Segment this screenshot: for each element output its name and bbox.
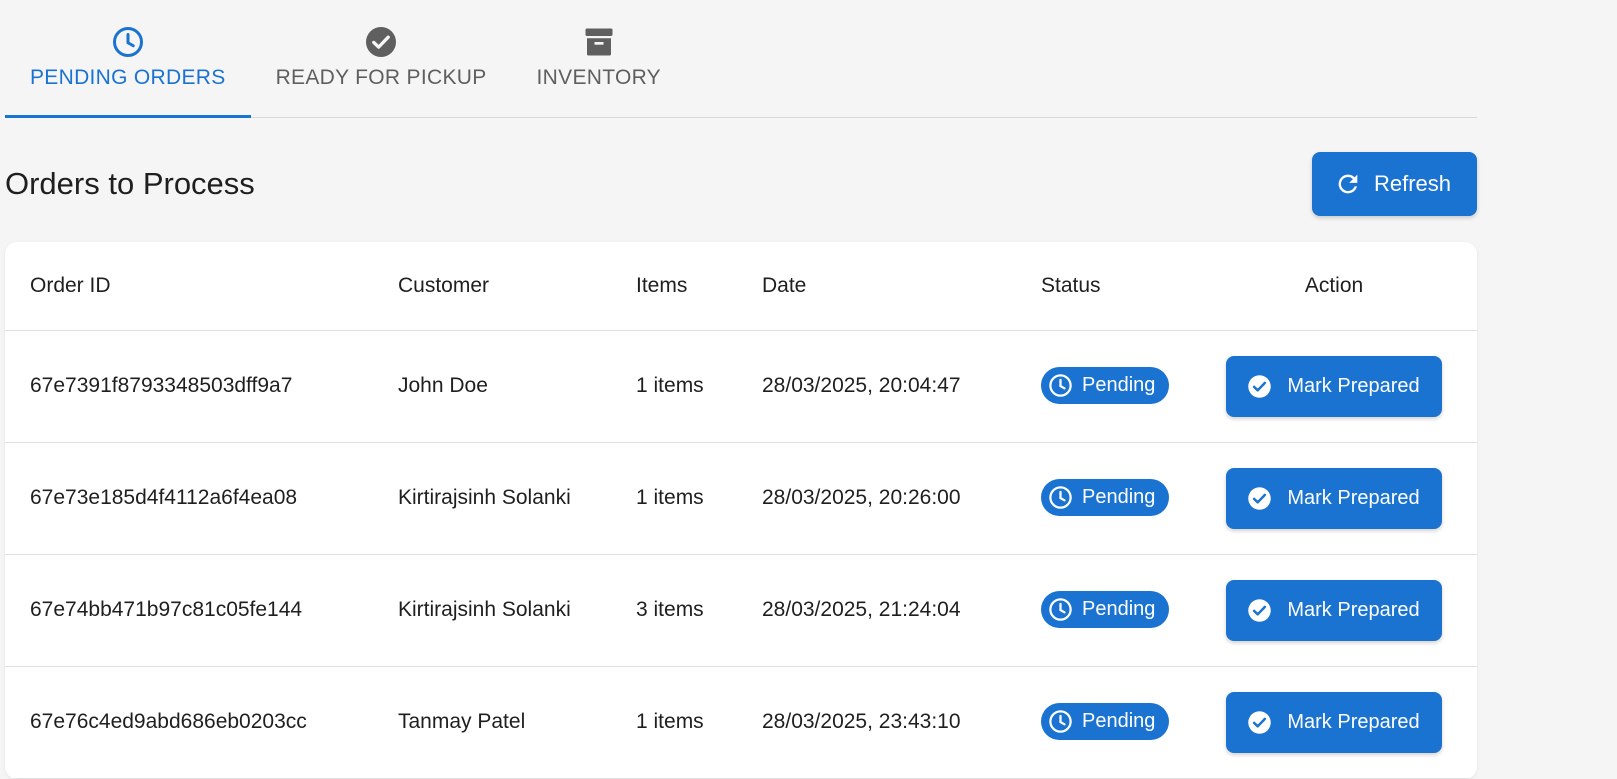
order-id-cell: 67e74bb471b97c81c05fe144 <box>5 554 373 667</box>
refresh-button[interactable]: Refresh <box>1311 152 1477 216</box>
mark-prepared-button[interactable]: Mark Prepared <box>1226 579 1442 641</box>
mark-prepared-label: Mark Prepared <box>1287 374 1420 397</box>
column-header-date: Date <box>737 242 1016 331</box>
app-container: PENDING ORDERS READY FOR PICKUP INVENTOR… <box>5 0 1477 779</box>
date-cell: 28/03/2025, 20:26:00 <box>737 442 1016 555</box>
tab-label: READY FOR PICKUP <box>275 66 487 89</box>
status-label: Pending <box>1082 598 1156 620</box>
status-badge: Pending <box>1041 591 1170 628</box>
clock-icon <box>1049 710 1072 733</box>
check-circle-icon <box>1248 598 1272 622</box>
archive-box-icon <box>585 28 613 56</box>
mark-prepared-label: Mark Prepared <box>1287 486 1420 509</box>
order-id-cell: 67e7391f8793348503dff9a7 <box>5 330 373 443</box>
date-cell: 28/03/2025, 20:04:47 <box>737 330 1016 443</box>
orders-table: Order ID Customer Items Date Status Acti… <box>5 242 1477 779</box>
mark-prepared-button[interactable]: Mark Prepared <box>1226 691 1442 753</box>
items-cell: 1 items <box>611 666 737 779</box>
column-header-status: Status <box>1016 242 1191 331</box>
items-cell: 1 items <box>611 442 737 555</box>
order-id-cell: 67e76c4ed9abd686eb0203cc <box>5 666 373 779</box>
action-cell: Mark Prepared <box>1191 330 1477 443</box>
clock-icon <box>1049 486 1072 509</box>
date-cell: 28/03/2025, 23:43:10 <box>737 666 1016 779</box>
action-cell: Mark Prepared <box>1191 554 1477 667</box>
items-cell: 3 items <box>611 554 737 667</box>
customer-cell: John Doe <box>373 330 611 443</box>
table-row: 67e7391f8793348503dff9a7 John Doe 1 item… <box>5 330 1477 443</box>
column-header-customer: Customer <box>373 242 611 331</box>
tab-ready-for-pickup[interactable]: READY FOR PICKUP <box>251 0 512 117</box>
check-circle-icon <box>1248 486 1272 510</box>
table-row: 67e73e185d4f4112a6f4ea08 Kirtirajsinh So… <box>5 442 1477 555</box>
refresh-icon <box>1338 174 1358 194</box>
clock-icon <box>112 27 143 57</box>
tab-bar: PENDING ORDERS READY FOR PICKUP INVENTOR… <box>5 0 1477 118</box>
status-cell: Pending <box>1016 330 1191 443</box>
check-circle-icon <box>1248 710 1272 734</box>
items-cell: 1 items <box>611 330 737 443</box>
refresh-label: Refresh <box>1373 171 1451 196</box>
mark-prepared-label: Mark Prepared <box>1287 710 1420 733</box>
table-header-row: Order ID Customer Items Date Status Acti… <box>5 242 1477 331</box>
table-row: 67e74bb471b97c81c05fe144 Kirtirajsinh So… <box>5 554 1477 667</box>
date-cell: 28/03/2025, 21:24:04 <box>737 554 1016 667</box>
check-circle-icon <box>1248 374 1272 398</box>
customer-cell: Kirtirajsinh Solanki <box>373 554 611 667</box>
check-circle-icon <box>366 27 397 57</box>
column-header-order-id: Order ID <box>5 242 373 331</box>
clock-icon <box>1049 598 1072 621</box>
order-id-cell: 67e73e185d4f4112a6f4ea08 <box>5 442 373 555</box>
tab-label: PENDING ORDERS <box>30 66 226 89</box>
tab-label: INVENTORY <box>536 66 661 89</box>
status-badge: Pending <box>1041 479 1170 516</box>
customer-cell: Kirtirajsinh Solanki <box>373 442 611 555</box>
orders-table-card: Order ID Customer Items Date Status Acti… <box>5 242 1477 779</box>
status-label: Pending <box>1082 710 1156 732</box>
column-header-items: Items <box>611 242 737 331</box>
mark-prepared-button[interactable]: Mark Prepared <box>1226 355 1442 417</box>
action-cell: Mark Prepared <box>1191 666 1477 779</box>
status-label: Pending <box>1082 486 1156 508</box>
status-cell: Pending <box>1016 554 1191 667</box>
column-header-action: Action <box>1191 242 1477 331</box>
clock-icon <box>1049 374 1072 397</box>
status-badge: Pending <box>1041 703 1170 740</box>
action-cell: Mark Prepared <box>1191 442 1477 555</box>
mark-prepared-button[interactable]: Mark Prepared <box>1226 467 1442 529</box>
mark-prepared-label: Mark Prepared <box>1287 598 1420 621</box>
status-badge: Pending <box>1041 367 1170 404</box>
customer-cell: Tanmay Patel <box>373 666 611 779</box>
tab-pending-orders[interactable]: PENDING ORDERS <box>5 0 251 118</box>
table-row: 67e76c4ed9abd686eb0203cc Tanmay Patel 1 … <box>5 666 1477 779</box>
tab-inventory[interactable]: INVENTORY <box>512 0 686 117</box>
status-label: Pending <box>1082 374 1156 396</box>
section-header: Orders to Process Refresh <box>5 118 1477 242</box>
page-title: Orders to Process <box>5 166 255 201</box>
status-cell: Pending <box>1016 442 1191 555</box>
status-cell: Pending <box>1016 666 1191 779</box>
